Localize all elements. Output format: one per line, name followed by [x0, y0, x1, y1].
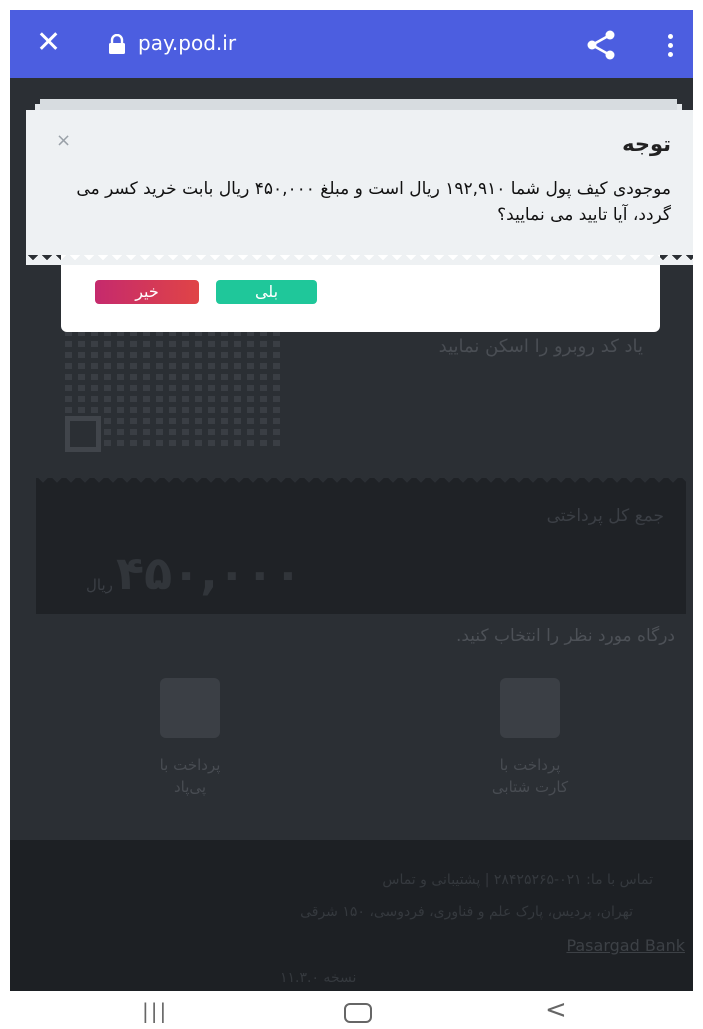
close-icon[interactable]: ✕	[36, 28, 61, 58]
currency-label: ریال	[86, 576, 113, 594]
podpay-logo-icon	[160, 678, 220, 738]
scan-instruction: یاد کد روبرو را اسکن نمایید	[438, 336, 643, 357]
card-icon	[500, 678, 560, 738]
gateway-label: پی‌پاد	[173, 778, 207, 796]
footer: تماس با ما: ۰۲۱-۲۸۴۲۵۲۶۵ | پشتیبانی و تم…	[10, 840, 693, 991]
more-vert-icon[interactable]	[665, 32, 675, 60]
footer-contact: تماس با ما: ۰۲۱-۲۸۴۲۵۲۶۵ | پشتیبانی و تم…	[382, 872, 653, 888]
footer-address: تهران، پردیس، پارک علم و فناوری، فردوسی،…	[300, 904, 633, 920]
gateway-prompt: درگاه مورد نظر را انتخاب کنید.	[455, 626, 675, 646]
gateway-label: کارت شتابی	[491, 778, 569, 796]
recent-apps-icon[interactable]: |||	[142, 999, 168, 1023]
gateway-label: پرداخت با	[499, 756, 561, 774]
status-strip	[0, 0, 703, 10]
home-icon[interactable]	[344, 1003, 372, 1023]
payment-label: جمع کل پرداختی	[546, 506, 664, 526]
browser-toolbar: ✕ pay.pod.ir	[10, 10, 693, 78]
system-navbar: ||| <	[0, 991, 703, 1029]
gateway-card-shetab[interactable]: پرداخت با کارت شتابی	[430, 678, 630, 798]
lock-icon	[109, 34, 125, 54]
alert-panel: × توجه موجودی کیف پول شما ۱۹۲,۹۱۰ ریال ا…	[26, 110, 693, 265]
url-text[interactable]: pay.pod.ir	[138, 31, 236, 55]
share-icon[interactable]	[584, 28, 618, 62]
footer-version: نسخه ۱۱.۳.۰	[280, 970, 357, 986]
gateway-card-podpay[interactable]: پرداخت با پی‌پاد	[90, 678, 290, 798]
dialog-title: توجه	[622, 132, 671, 156]
footer-link[interactable]: Pasargad Bank	[566, 936, 685, 955]
dialog-close-icon[interactable]: ×	[56, 130, 71, 151]
dialog-message: موجودی کیف پول شما ۱۹۲,۹۱۰ ریال است و مب…	[76, 179, 671, 225]
yes-button[interactable]: بلی	[216, 280, 317, 304]
no-button[interactable]: خیر	[95, 280, 199, 304]
gateway-label: پرداخت با	[159, 756, 221, 774]
qr-code	[65, 328, 283, 452]
payment-summary: جمع کل پرداختی ۴۵۰,۰۰۰ ریال	[36, 478, 686, 614]
back-icon[interactable]: <	[545, 995, 567, 1025]
payment-amount: ۴۵۰,۰۰۰	[116, 546, 302, 600]
